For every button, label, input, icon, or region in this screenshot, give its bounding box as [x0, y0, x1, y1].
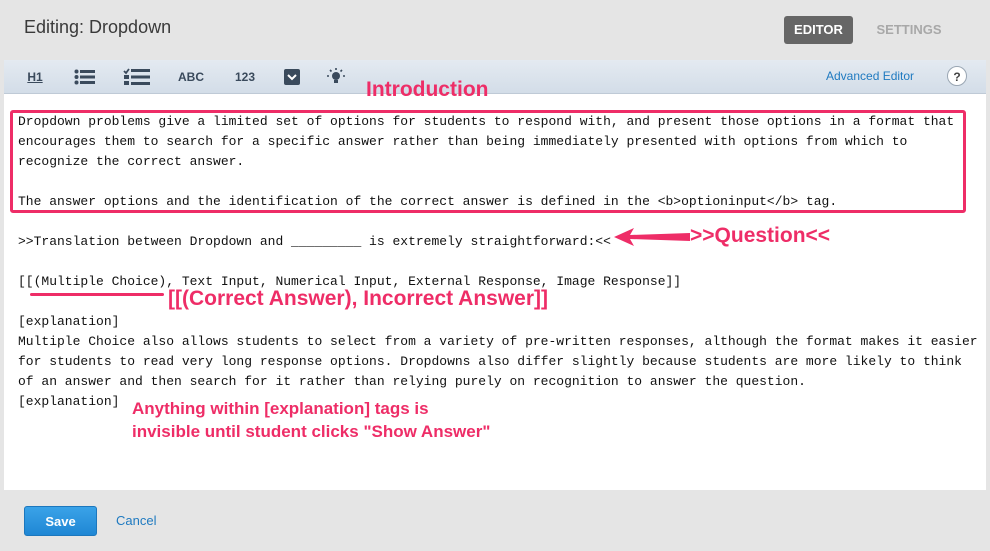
- dropdown-button[interactable]: [280, 60, 304, 93]
- bulleted-list-button[interactable]: [70, 60, 100, 93]
- text-input-icon: ABC: [178, 69, 204, 84]
- dropdown-icon: [284, 68, 300, 85]
- question-arrow: [614, 228, 690, 246]
- bulleted-list-icon: [74, 69, 95, 84]
- checklist-button[interactable]: [120, 60, 154, 93]
- numerical-input-icon: 123: [234, 69, 256, 84]
- explanation-annotation-line1: Anything within [explanation] tags is: [132, 399, 429, 418]
- content-line: of an answer and then search for it rath…: [18, 374, 806, 389]
- help-icon[interactable]: ?: [947, 66, 967, 86]
- advanced-editor-link[interactable]: Advanced Editor: [826, 69, 914, 83]
- save-button[interactable]: Save: [24, 506, 97, 536]
- heading-button[interactable]: H1: [22, 60, 48, 93]
- checklist-icon: [123, 67, 150, 85]
- editor-toolbar: H1 ABC 123 Advanced Editor ?: [4, 60, 986, 94]
- page-title: Editing: Dropdown: [24, 17, 172, 37]
- content-line: Multiple Choice also allows students to …: [18, 334, 978, 349]
- editor-header: Editing: Dropdown EDITOR SETTINGS: [0, 0, 990, 60]
- explanation-button[interactable]: [324, 60, 348, 93]
- introduction-annotation: Introduction: [366, 78, 489, 101]
- question-annotation: >>Question<<: [690, 224, 831, 247]
- content-line: [explanation]: [18, 394, 120, 409]
- editor-area[interactable]: H1 ABC 123 Advanced Editor ? Dropdown pr…: [4, 60, 986, 490]
- heading-icon: H1: [27, 69, 43, 84]
- explanation-annotation-line2: invisible until student clicks "Show Ans…: [132, 422, 491, 441]
- correct-answer-underline: [30, 293, 164, 296]
- answers-annotation: [[(Correct Answer), Incorrect Answer]]: [168, 287, 549, 310]
- content-line: The answer options and the identificatio…: [18, 194, 838, 209]
- text-input-button[interactable]: ABC: [172, 60, 210, 93]
- tab-editor[interactable]: EDITOR: [784, 16, 853, 44]
- content-line: encourages them to search for a specific…: [18, 134, 908, 149]
- content-line: for students to read very long response …: [18, 354, 962, 369]
- content-line: >>Translation between Dropdown and _____…: [18, 234, 611, 249]
- tab-settings[interactable]: SETTINGS: [868, 16, 950, 44]
- numerical-input-button[interactable]: 123: [226, 60, 264, 93]
- content-line: [explanation]: [18, 314, 120, 329]
- cancel-button[interactable]: Cancel: [116, 513, 156, 528]
- lightbulb-icon: [327, 67, 345, 83]
- content-line: recognize the correct answer.: [18, 154, 245, 169]
- content-line: Dropdown problems give a limited set of …: [18, 114, 955, 129]
